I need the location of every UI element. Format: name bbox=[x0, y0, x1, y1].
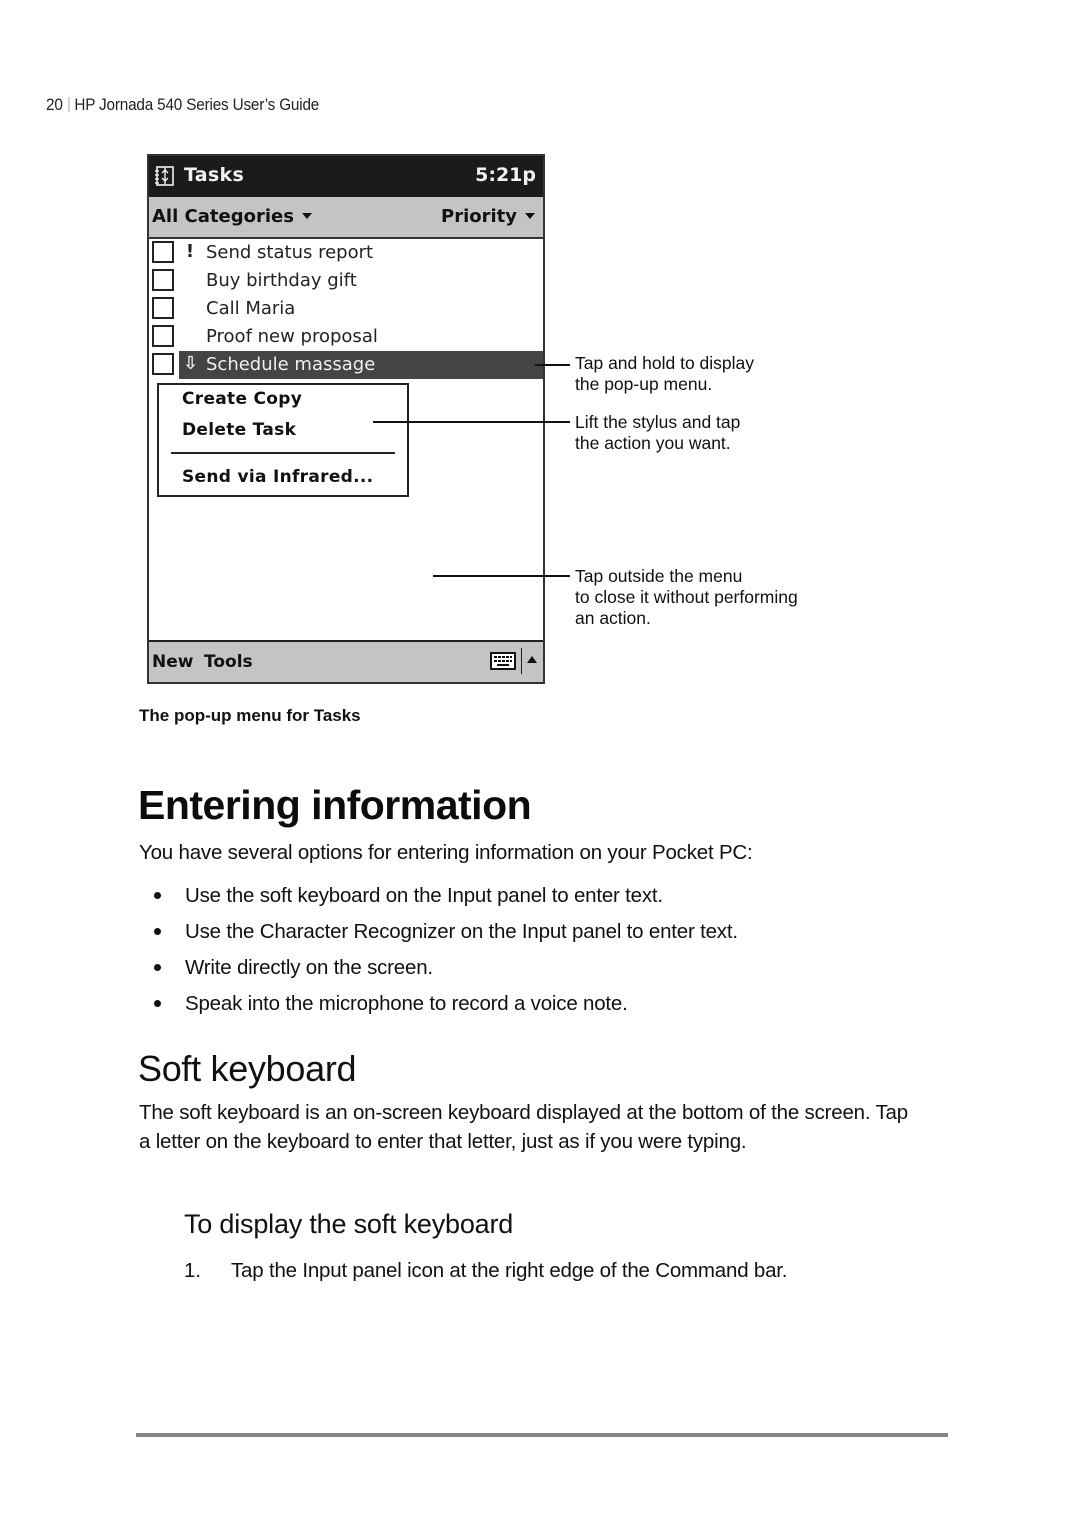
clock[interactable]: 5:21p bbox=[475, 164, 536, 186]
menu-item-send-via-infrared[interactable]: Send via Infrared... bbox=[182, 467, 373, 487]
chevron-down-icon bbox=[301, 213, 312, 219]
callout-line: Tap and hold to display bbox=[575, 353, 755, 373]
task-row[interactable]: ! Send status report bbox=[149, 239, 543, 267]
task-label: Send status report bbox=[206, 242, 374, 263]
task-row[interactable]: Buy birthday gift bbox=[149, 267, 543, 295]
menu-item-create-copy[interactable]: Create Copy bbox=[182, 389, 302, 409]
menu-divider bbox=[171, 452, 395, 454]
footer-rule bbox=[136, 1433, 948, 1437]
list-item: Use the Character Recognizer on the Inpu… bbox=[139, 920, 738, 956]
tasks-screenshot: Tasks 5:21p All Categories Priority ! Se… bbox=[147, 154, 545, 684]
callout-lift-stylus: Lift the stylus and tap the action you w… bbox=[575, 412, 740, 454]
list-item: Use the soft keyboard on the Input panel… bbox=[139, 884, 738, 920]
callout-line: Tap outside the menu bbox=[575, 566, 743, 586]
figure-caption: The pop-up menu for Tasks bbox=[139, 706, 361, 725]
callout-leader-line bbox=[373, 421, 570, 423]
task-checkbox[interactable] bbox=[152, 269, 174, 291]
task-label: Proof new proposal bbox=[206, 326, 378, 347]
running-header: 20 HP Jornada 540 Series User’s Guide bbox=[46, 95, 319, 115]
tasks-app-icon bbox=[155, 166, 174, 186]
bullet-icon bbox=[154, 1000, 161, 1007]
sort-dropdown[interactable]: Priority bbox=[441, 206, 535, 227]
callout-leader-line bbox=[535, 364, 570, 366]
step-number: 1. bbox=[184, 1259, 201, 1282]
task-label: Buy birthday gift bbox=[206, 270, 357, 291]
app-title: Tasks bbox=[184, 164, 245, 186]
popup-menu: Create Copy Delete Task Send via Infrare… bbox=[157, 383, 409, 497]
list-item-text: Speak into the microphone to record a vo… bbox=[185, 992, 628, 1015]
task-label: Schedule massage bbox=[206, 354, 376, 375]
list-item-text: Use the soft keyboard on the Input panel… bbox=[185, 884, 663, 907]
menu-item-delete-task[interactable]: Delete Task bbox=[182, 420, 296, 440]
options-list: Use the soft keyboard on the Input panel… bbox=[139, 884, 738, 1028]
list-item-text: Use the Character Recognizer on the Inpu… bbox=[185, 920, 738, 943]
procedure-heading: To display the soft keyboard bbox=[184, 1209, 514, 1239]
title-bar: Tasks 5:21p bbox=[149, 156, 543, 197]
menu-new[interactable]: New bbox=[152, 652, 193, 672]
subsection-paragraph: The soft keyboard is an on-screen keyboa… bbox=[139, 1101, 908, 1153]
filter-bar: All Categories Priority bbox=[149, 197, 543, 239]
task-checkbox[interactable] bbox=[152, 353, 174, 375]
task-row[interactable]: Call Maria bbox=[149, 295, 543, 323]
command-bar: New Tools bbox=[149, 640, 543, 682]
task-label: Call Maria bbox=[206, 298, 296, 319]
task-checkbox[interactable] bbox=[152, 241, 174, 263]
low-priority-icon: ⇩ bbox=[183, 353, 199, 374]
callout-line: Lift the stylus and tap bbox=[575, 412, 741, 432]
task-list: ! Send status report Buy birthday gift C… bbox=[149, 239, 543, 379]
callout-line: the action you want. bbox=[575, 433, 731, 453]
list-item: Speak into the microphone to record a vo… bbox=[139, 992, 738, 1028]
list-item: Write directly on the screen. bbox=[139, 956, 738, 992]
step-text: Tap the Input panel icon at the right ed… bbox=[231, 1259, 788, 1282]
callout-leader-line bbox=[433, 575, 570, 577]
command-bar-divider bbox=[520, 648, 522, 674]
callout-line: the pop-up menu. bbox=[575, 374, 713, 394]
bullet-icon bbox=[154, 928, 161, 935]
section-heading: Entering information bbox=[138, 782, 532, 828]
bullet-icon bbox=[154, 964, 161, 971]
menu-tools[interactable]: Tools bbox=[204, 652, 253, 672]
callout-line: an action. bbox=[575, 608, 651, 628]
keyboard-icon[interactable] bbox=[490, 651, 516, 671]
high-priority-icon: ! bbox=[185, 241, 195, 262]
callout-tap-and-hold: Tap and hold to display the pop-up menu. bbox=[575, 353, 754, 395]
callout-line: to close it without performing bbox=[575, 587, 798, 607]
header-divider bbox=[68, 97, 69, 112]
list-item-text: Write directly on the screen. bbox=[185, 956, 433, 979]
section-intro: You have several options for entering in… bbox=[139, 841, 753, 864]
sort-label: Priority bbox=[441, 206, 517, 227]
subsection-heading: Soft keyboard bbox=[138, 1048, 357, 1089]
category-filter-dropdown[interactable]: All Categories bbox=[152, 206, 312, 227]
task-row[interactable]: Proof new proposal bbox=[149, 323, 543, 351]
up-arrow-icon[interactable] bbox=[527, 656, 537, 663]
chevron-down-icon bbox=[525, 213, 535, 219]
procedure-step: 1. Tap the Input panel icon at the right … bbox=[184, 1259, 787, 1283]
callout-tap-outside: Tap outside the menu to close it without… bbox=[575, 566, 798, 629]
task-row-selected[interactable]: ⇩ Schedule massage bbox=[149, 351, 543, 379]
task-checkbox[interactable] bbox=[152, 325, 174, 347]
guide-title: HP Jornada 540 Series User’s Guide bbox=[74, 95, 320, 114]
task-checkbox[interactable] bbox=[152, 297, 174, 319]
page-number: 20 bbox=[46, 95, 63, 114]
category-filter-label: All Categories bbox=[152, 206, 294, 227]
bullet-icon bbox=[154, 892, 161, 899]
